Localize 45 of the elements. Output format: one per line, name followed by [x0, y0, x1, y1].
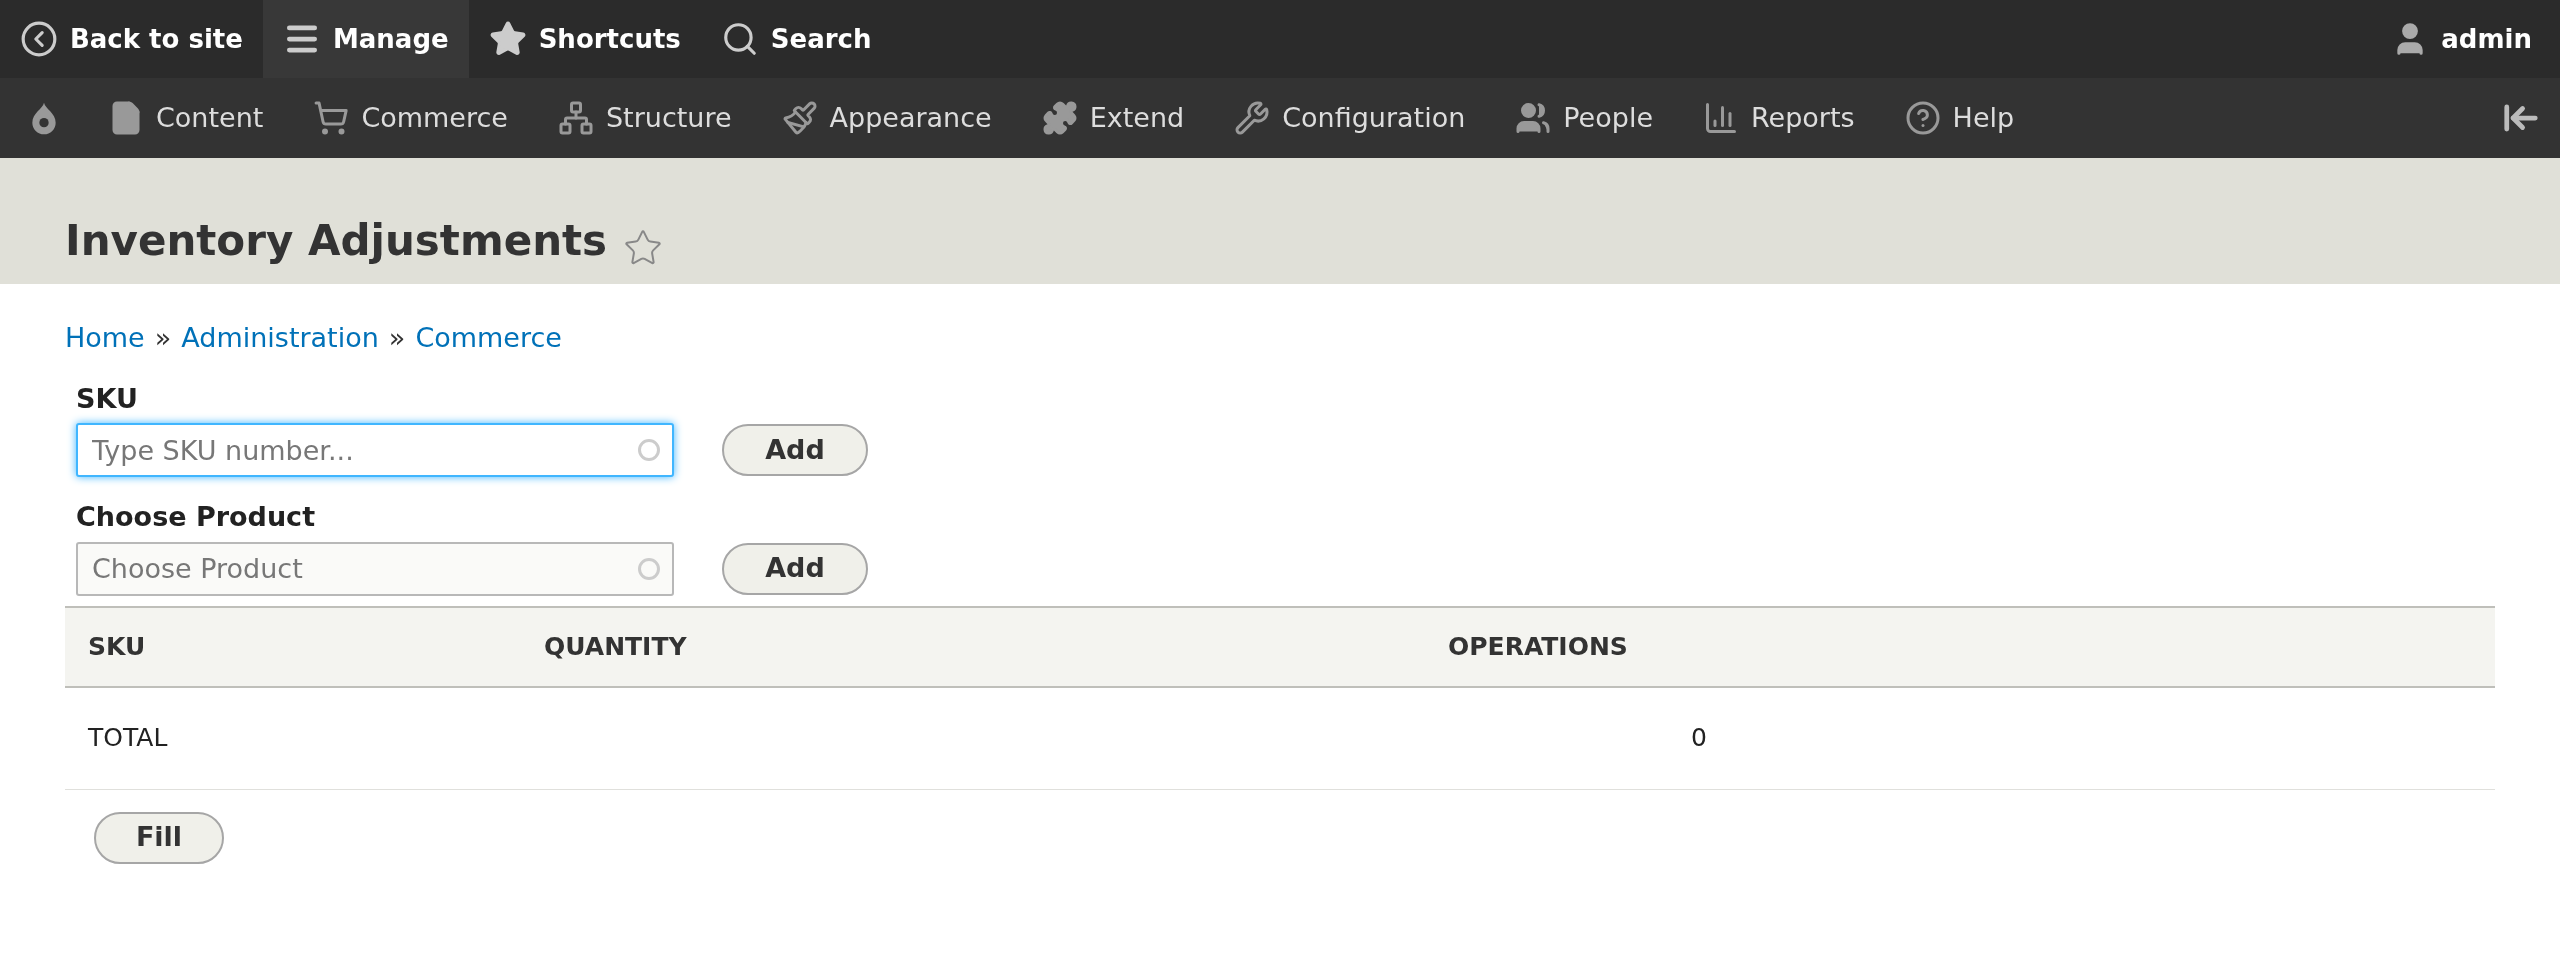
admin-menu-item[interactable]: Extend — [1041, 97, 1185, 139]
breadcrumb-separator: » — [388, 321, 406, 355]
star-icon — [488, 20, 527, 58]
chevron-left-circle-icon — [20, 20, 58, 58]
toolbar-tab[interactable]: Shortcuts — [468, 0, 701, 78]
breadcrumb-link[interactable]: Commerce — [415, 318, 562, 359]
bar-chart-icon — [1703, 100, 1739, 136]
column-header: OPERATIONS — [1448, 630, 1629, 663]
total-label: TOTAL — [87, 722, 169, 755]
total-value: 0 — [1690, 722, 1708, 755]
breadcrumb-separator: » — [154, 321, 172, 355]
hierarchy-icon — [557, 100, 594, 136]
column-header: QUANTITY — [544, 630, 688, 663]
user-menu[interactable]: admin — [2391, 0, 2532, 78]
wrench-icon — [1234, 100, 1271, 136]
field-label: Choose Product — [76, 500, 317, 534]
field-label: SKU — [76, 381, 139, 416]
toolbar-tab[interactable]: Manage — [262, 0, 469, 78]
column-header: SKU — [87, 630, 147, 663]
brush-icon — [781, 100, 818, 136]
toolbar-tab[interactable]: Back to site — [0, 0, 263, 78]
help-icon — [1904, 100, 1941, 136]
admin-menu-item[interactable]: Help — [1904, 97, 2015, 139]
puzzle-icon — [1041, 100, 1078, 136]
breadcrumb-link[interactable]: Home — [65, 318, 145, 359]
throbber-icon — [638, 557, 660, 580]
admin-menu-item[interactable]: People — [1515, 97, 1653, 139]
toolbar-tab[interactable]: Search — [700, 0, 892, 78]
autocomplete-field[interactable]: Type SKU number... — [76, 423, 674, 477]
drop-logo-icon[interactable] — [30, 101, 58, 135]
breadcrumb-link[interactable]: Administration — [181, 318, 379, 359]
add-button[interactable]: Add — [722, 542, 868, 595]
cart-icon — [313, 100, 350, 136]
throbber-icon — [638, 439, 660, 461]
admin-menu-item[interactable]: Appearance — [781, 97, 992, 139]
admin-menu-item[interactable]: Structure — [557, 97, 732, 139]
admin-menu-item[interactable]: Configuration — [1234, 97, 1466, 139]
people-icon — [1515, 100, 1552, 136]
admin-menu-item[interactable]: Commerce — [313, 97, 508, 139]
admin-menu-item[interactable]: Reports — [1703, 97, 1855, 139]
page-title: Inventory Adjustments — [65, 215, 608, 267]
fill-button[interactable]: Fill — [94, 811, 224, 864]
admin-menu-item[interactable]: Content — [108, 97, 264, 139]
add-button[interactable]: Add — [722, 424, 868, 476]
autocomplete-field[interactable]: Choose Product — [76, 541, 674, 596]
